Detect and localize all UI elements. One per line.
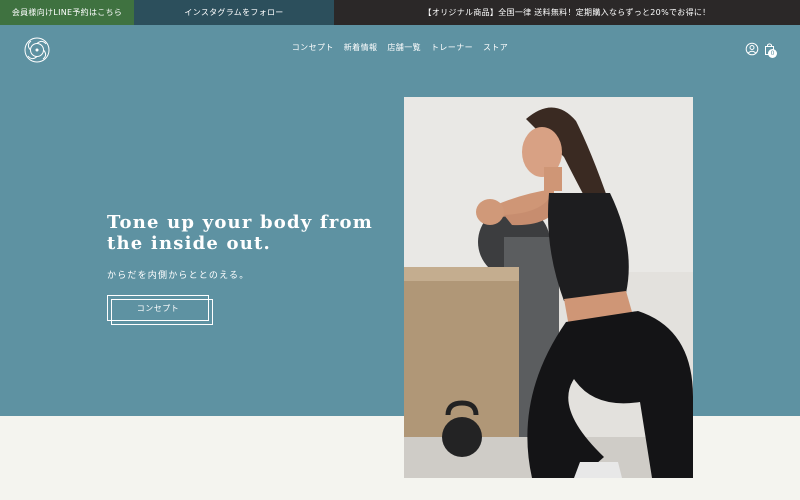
hero-subtitle: からだを内側からととのえる。	[107, 271, 250, 281]
woman-squat-photo	[404, 97, 693, 478]
concept-button-wrapper: コンセプト	[107, 295, 213, 325]
nav-item-trainers[interactable]: トレーナー	[431, 42, 473, 53]
promo-banner-link[interactable]: 【オリジナル商品】全国一律 送料無料！定期購入ならずっと20%でお得に！	[334, 0, 800, 25]
cart-count-badge: 0	[768, 49, 777, 58]
nav-item-concept[interactable]: コンセプト	[292, 42, 334, 53]
hero-title: Tone up your body from the inside out.	[107, 212, 373, 254]
line-reservation-link[interactable]: 会員様向けLINE予約はこちら	[0, 0, 134, 25]
instagram-follow-link[interactable]: インスタグラムをフォロー	[134, 0, 334, 25]
concept-button[interactable]: コンセプト	[107, 295, 209, 321]
top-announcement-bar: 会員様向けLINE予約はこちら インスタグラムをフォロー 【オリジナル商品】全国…	[0, 0, 800, 25]
main-navigation: コンセプト 新着情報 店舗一覧 トレーナー ストア	[0, 42, 800, 53]
user-icon[interactable]	[745, 42, 759, 56]
photo-illustration	[404, 97, 693, 478]
nav-item-news[interactable]: 新着情報	[344, 42, 378, 53]
nav-item-stores[interactable]: 店舗一覧	[387, 42, 421, 53]
nav-item-store[interactable]: ストア	[483, 42, 508, 53]
